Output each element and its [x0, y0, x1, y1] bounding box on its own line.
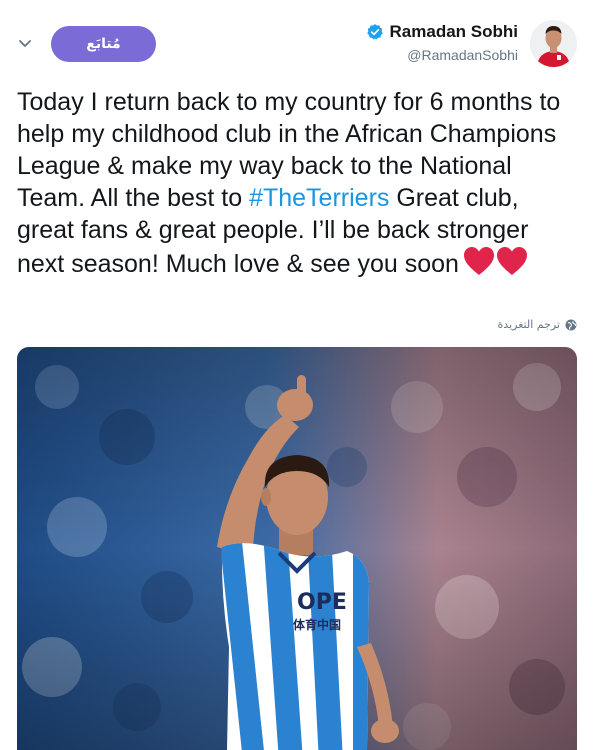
tweet-photo[interactable]: OPE 体育中国 — [17, 347, 577, 750]
translate-tweet-link[interactable]: ترجم التغريدة — [498, 318, 577, 331]
user-info[interactable]: Ramadan Sobhi @RamadanSobhi — [366, 22, 518, 63]
avatar[interactable] — [530, 20, 577, 67]
following-button[interactable]: مُتابَع — [51, 26, 156, 62]
name-row: Ramadan Sobhi — [366, 22, 518, 42]
tweet-text: Today I return back to my country for 6 … — [17, 86, 577, 280]
avatar-image — [530, 20, 577, 67]
following-button-label: مُتابَع — [86, 36, 121, 52]
shirt-sponsor-text: OPE — [297, 590, 347, 615]
player-photo: OPE 体育中国 — [17, 347, 577, 750]
hashtag-link[interactable]: #TheTerriers — [249, 184, 389, 212]
verified-badge-icon — [366, 24, 383, 40]
heart-icon — [463, 247, 494, 275]
heart-emojis — [463, 246, 528, 276]
shirt-sponsor-subtext: 体育中国 — [293, 617, 341, 632]
heart-icon — [496, 247, 527, 275]
user-handle[interactable]: @RamadanSobhi — [366, 47, 518, 63]
globe-icon — [565, 319, 577, 330]
display-name[interactable]: Ramadan Sobhi — [390, 22, 518, 42]
chevron-down-icon[interactable] — [17, 36, 33, 52]
translate-label: ترجم التغريدة — [497, 318, 560, 331]
